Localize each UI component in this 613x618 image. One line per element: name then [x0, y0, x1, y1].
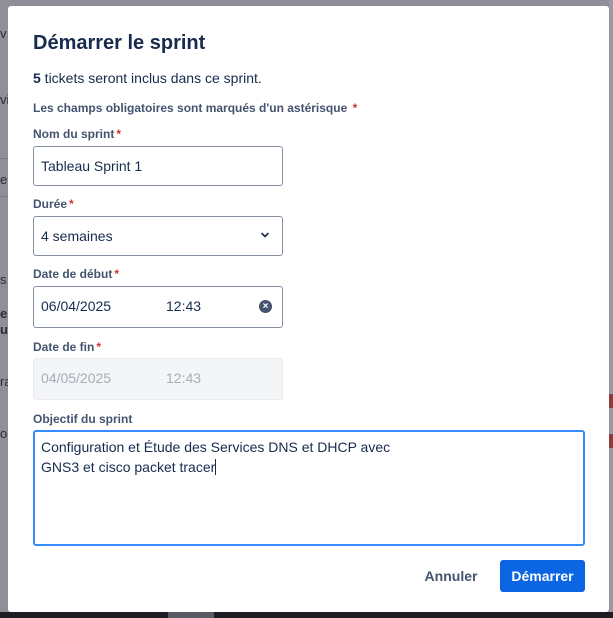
- duration-value: 4 semaines: [41, 228, 113, 244]
- background-text: u: [0, 322, 8, 337]
- sprint-goal-label-text: Objectif du sprint: [33, 412, 133, 426]
- background-text: e: [0, 306, 8, 321]
- duration-select[interactable]: 4 semaines: [33, 216, 283, 256]
- tickets-info: 5 tickets seront inclus dans ce sprint.: [33, 70, 262, 86]
- end-date-label: Date de fin *: [33, 340, 101, 354]
- start-sprint-button[interactable]: Démarrer: [500, 560, 585, 592]
- required-asterisk: *: [69, 197, 74, 211]
- divider: [0, 196, 8, 197]
- start-date-label-text: Date de début: [33, 267, 113, 281]
- required-asterisk: *: [116, 127, 121, 141]
- end-time-value: 12:43: [166, 370, 202, 386]
- background-marker: [609, 434, 613, 448]
- duration-label: Durée *: [33, 197, 74, 211]
- tickets-info-text: tickets seront inclus dans ce sprint.: [40, 70, 262, 86]
- required-note-text: Les champs obligatoires sont marqués d'u…: [33, 101, 348, 115]
- start-sprint-dialog: Démarrer le sprint 5 tickets seront incl…: [8, 6, 609, 612]
- required-asterisk: *: [114, 267, 120, 281]
- duration-label-text: Durée: [33, 197, 68, 211]
- sprint-name-input[interactable]: Tableau Sprint 1: [33, 146, 283, 186]
- sprint-name-value: Tableau Sprint 1: [41, 158, 143, 174]
- end-date-label-text: Date de fin: [33, 340, 95, 354]
- background-marker: [609, 394, 613, 408]
- taskbar: [0, 612, 613, 618]
- scrollbar[interactable]: [609, 0, 613, 612]
- text-cursor: [215, 459, 217, 475]
- background-text: e: [0, 172, 8, 187]
- sprint-goal-textarea[interactable]: Configuration et Étude des Services DNS …: [33, 430, 585, 546]
- required-fields-note: Les champs obligatoires sont marqués d'u…: [33, 101, 357, 115]
- sprint-goal-label: Objectif du sprint: [33, 412, 132, 426]
- required-asterisk: *: [352, 101, 358, 115]
- chevron-down-icon: v: [0, 26, 7, 41]
- sprint-name-label-text: Nom du sprint: [33, 127, 115, 141]
- ticket-count: 5: [33, 70, 41, 86]
- sprint-name-label: Nom du sprint *: [33, 127, 121, 141]
- dialog-title: Démarrer le sprint: [33, 32, 206, 54]
- required-asterisk: *: [96, 340, 102, 354]
- cancel-button[interactable]: Annuler: [418, 560, 484, 592]
- start-time-input[interactable]: 12:43: [166, 298, 201, 314]
- start-datetime-picker[interactable]: 06/04/2025 12:43 ×: [33, 286, 283, 328]
- divider: [0, 158, 8, 159]
- start-date-input[interactable]: 06/04/2025: [41, 298, 111, 314]
- end-date-value: 04/05/2025: [41, 370, 112, 386]
- clear-icon[interactable]: ×: [259, 300, 272, 313]
- taskbar-item[interactable]: [168, 612, 214, 618]
- end-datetime-picker: 04/05/2025 12:43: [33, 358, 283, 400]
- chevron-down-icon: [261, 232, 269, 238]
- start-date-label: Date de début *: [33, 267, 119, 281]
